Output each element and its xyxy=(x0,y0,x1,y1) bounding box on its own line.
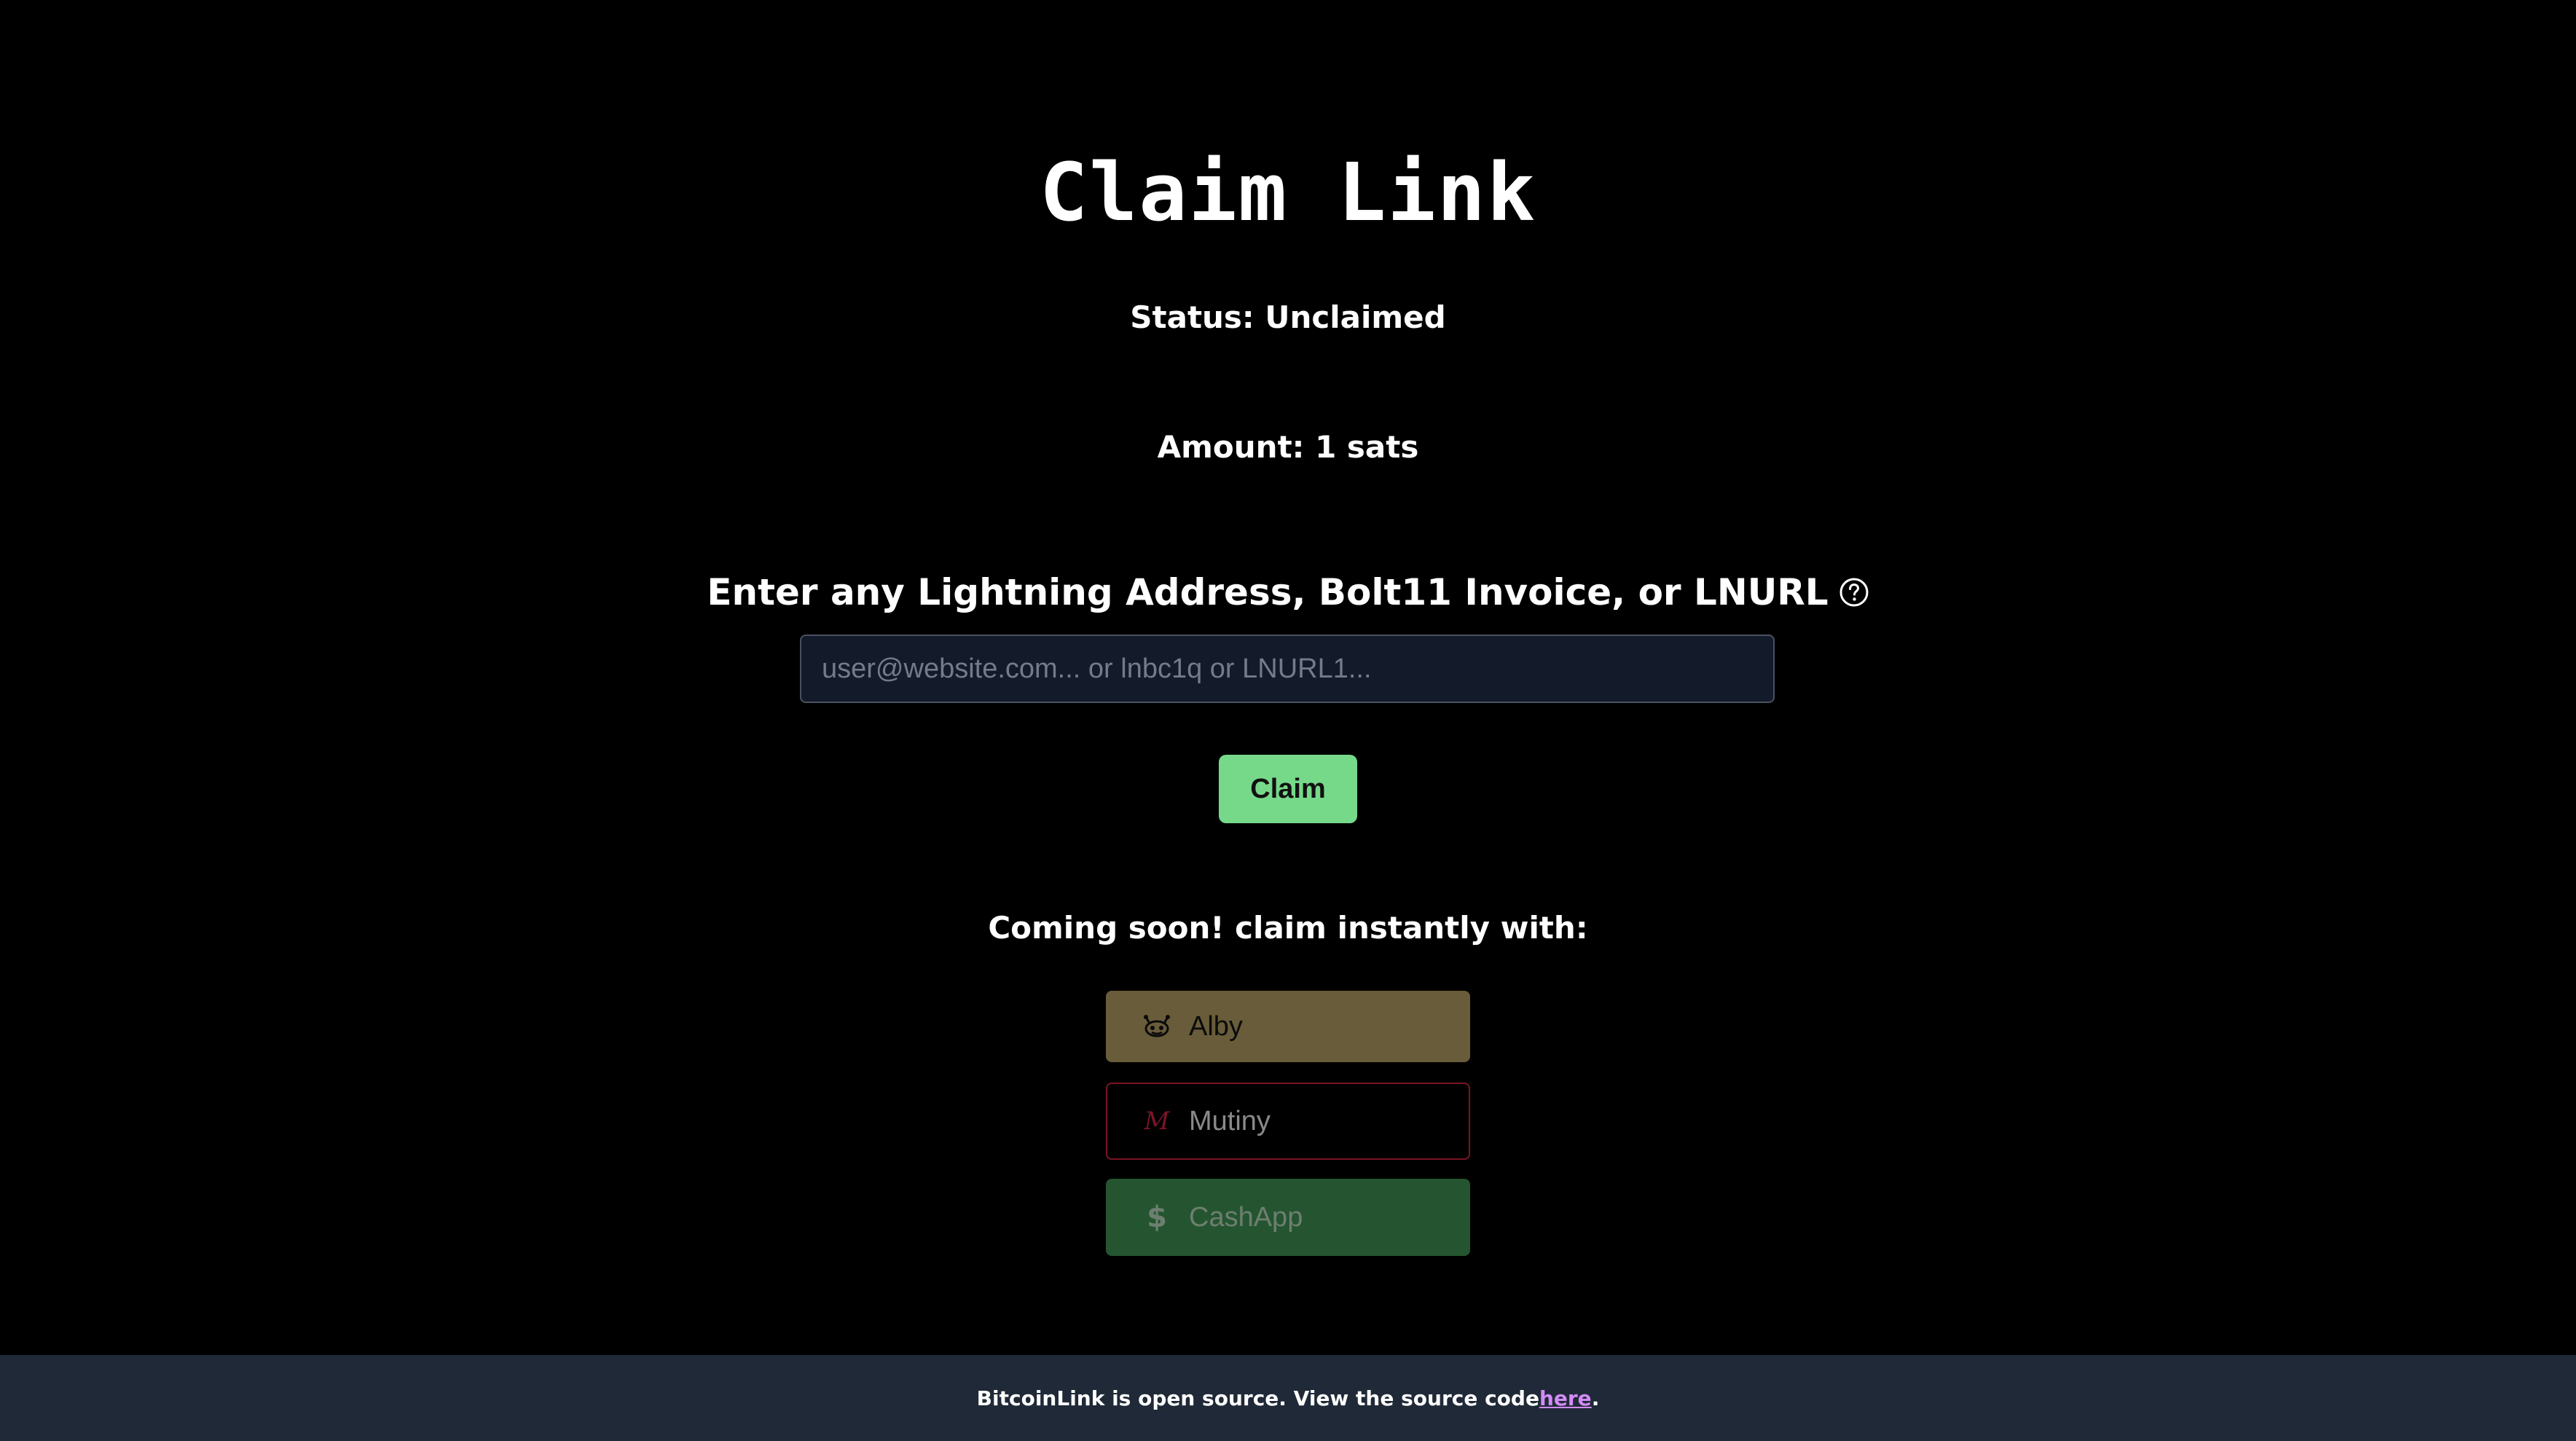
page-title: Claim Link xyxy=(1039,145,1537,239)
question-circle-icon[interactable] xyxy=(1839,570,1869,607)
cashapp-button-label: CashApp xyxy=(1189,1202,1303,1233)
claim-amount: Amount: 1 sats xyxy=(1157,429,1419,465)
alby-bee-icon xyxy=(1141,1010,1173,1043)
footer-period: . xyxy=(1591,1386,1600,1410)
alby-button[interactable]: Alby xyxy=(1106,991,1470,1062)
mutiny-button-label: Mutiny xyxy=(1189,1106,1271,1136)
source-code-link[interactable]: here xyxy=(1539,1386,1592,1410)
destination-label: Enter any Lightning Address, Bolt11 Invo… xyxy=(707,571,1829,613)
dollar-icon: $ xyxy=(1147,1201,1167,1234)
page-footer: BitcoinLink is open source. View the sou… xyxy=(0,1355,2576,1441)
mutiny-m-icon: M xyxy=(1144,1107,1170,1136)
mutiny-button[interactable]: M Mutiny xyxy=(1106,1083,1470,1160)
claim-button[interactable]: Claim xyxy=(1219,755,1357,823)
footer-text: BitcoinLink is open source. View the sou… xyxy=(976,1386,1539,1410)
destination-label-row: Enter any Lightning Address, Bolt11 Invo… xyxy=(0,567,2576,618)
destination-input[interactable] xyxy=(800,635,1775,703)
cashapp-button[interactable]: $ CashApp xyxy=(1106,1179,1470,1256)
claim-status: Status: Unclaimed xyxy=(1130,299,1446,335)
alby-button-label: Alby xyxy=(1189,1011,1243,1042)
coming-soon-heading: Coming soon! claim instantly with: xyxy=(988,910,1588,946)
